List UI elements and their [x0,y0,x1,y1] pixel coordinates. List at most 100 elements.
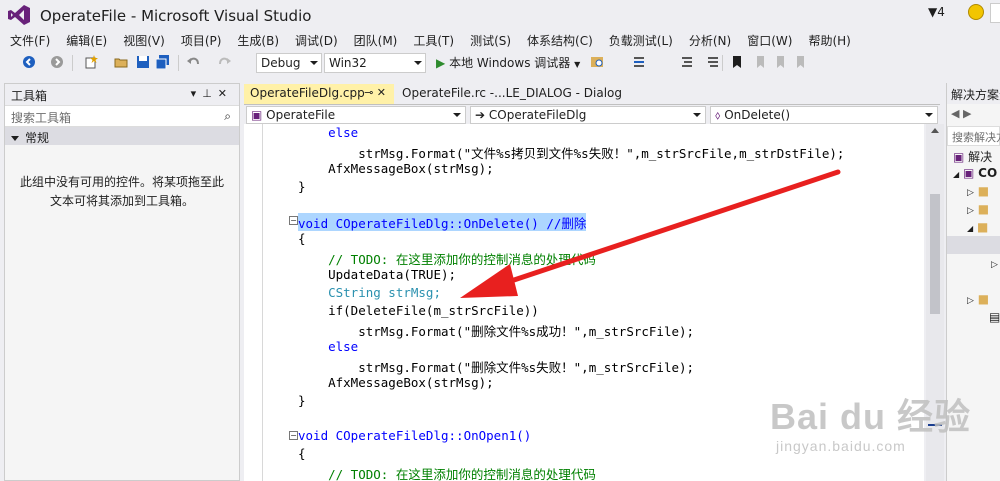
menu-analyze[interactable]: 分析(N) [683,30,737,50]
tab-operatefiledlg-cpp[interactable]: OperateFileDlg.cpp ⊸ ✕ [244,84,394,104]
tab-operatefile-rc-dialog[interactable]: OperateFile.rc -...LE_DIALOG - Dialog [396,84,671,104]
solution-explorer-title: 解决方案资 [947,83,1000,104]
clear-bookmarks-icon[interactable] [792,55,806,69]
code-line: else [298,339,359,354]
folder-icon: ■ [977,184,990,198]
menu-debug[interactable]: 调试(D) [289,30,344,50]
chevron-down-icon [453,113,461,117]
title-bar: OperateFile - Microsoft Visual Studio ▼4 [0,0,1000,30]
visual-studio-logo-icon [8,5,30,25]
prev-bookmark-icon[interactable] [752,55,766,69]
menu-project[interactable]: 项目(P) [175,30,228,50]
tree-file-node-selected[interactable] [947,236,1000,254]
code-line: strMsg.Format("删除文件%s失败！",m_strSrcFile); [298,360,695,375]
project-scope-select[interactable]: ▣ OperateFile [246,106,466,124]
menu-team[interactable]: 团队(M) [348,30,404,50]
solution-platform-select[interactable]: Win32 [324,53,426,73]
code-line-ondelete-signature: void COperateFileDlg::OnDelete() //删除 [298,213,587,231]
new-project-icon[interactable] [84,55,98,69]
menu-test[interactable]: 测试(S) [464,30,517,50]
code-line: UpdateData(TRUE); [298,267,457,282]
dropdown-icon[interactable]: ▾ [191,87,203,100]
code-line: } [298,393,306,408]
folder-icon: ■ [977,292,990,306]
menu-architecture[interactable]: 体系结构(C) [521,30,599,50]
code-line: } [298,179,306,194]
play-icon: ▶ [436,56,446,70]
toolbox-panel: 工具箱 ▾⊥✕ 搜索工具箱 ⌕ 常规 此组中没有可用的控件。将某项拖至此文本可将… [4,83,240,481]
menu-view[interactable]: 视图(V) [117,30,171,50]
menu-bar: 文件(F) 编辑(E) 视图(V) 项目(P) 生成(B) 调试(D) 团队(M… [0,30,1000,50]
uncomment-lines-icon[interactable] [706,55,720,69]
code-line: strMsg.Format("删除文件%s成功！",m_strSrcFile); [298,324,695,339]
code-line: AfxMessageBox(strMsg); [298,375,494,390]
menu-build[interactable]: 生成(B) [231,30,285,50]
file-icon: ▤ [989,310,1000,324]
bookmark-icon[interactable] [730,55,744,69]
save-icon[interactable] [136,55,150,69]
tree-folder-node[interactable]: ▷ ■ [947,290,1000,308]
menu-window[interactable]: 窗口(W) [741,30,798,50]
member-scope-value: OnDelete() [724,108,791,122]
notification-count: 4 [937,5,945,19]
open-folder-icon[interactable] [114,55,128,69]
solution-root-label: 解决 [968,150,993,164]
forward-icon[interactable]: ▶ [963,107,971,120]
tab-label: OperateFile.rc -...LE_DIALOG - Dialog [402,86,623,100]
feedback-smiley-icon[interactable] [968,4,984,20]
scrollbar-thumb[interactable] [930,194,940,314]
toolbar-separator [178,55,179,71]
search-icon[interactable]: ⌕ [224,109,231,124]
section-label: 常规 [25,131,50,145]
toolbox-search-input[interactable]: 搜索工具箱 ⌕ [5,105,239,127]
tree-folder-node[interactable]: ▷ ■ [947,182,1000,200]
forward-icon[interactable] [50,55,64,69]
find-in-files-icon[interactable] [590,55,604,69]
back-icon[interactable] [22,55,36,69]
folder-icon: ■ [976,220,989,234]
solution-configuration-select[interactable]: Debug [256,53,322,73]
member-scope-select[interactable]: ⬨ OnDelete() [710,106,938,124]
tree-folder-node[interactable]: ◢ ■ [947,218,1000,236]
start-debugging-button[interactable]: ▶ 本地 Windows 调试器 ▼ [436,54,580,72]
pin-icon[interactable]: ⊸ ✕ [364,86,386,99]
comment-lines-icon[interactable] [680,55,694,69]
expand-triangle-icon: ▷ [967,188,974,198]
solution-search-input[interactable]: 搜索解决方 [947,126,1000,146]
pin-icon[interactable]: ⊥ [202,87,218,100]
next-bookmark-icon[interactable] [772,55,786,69]
project-scope-value: OperateFile [266,108,336,122]
tree-folder-node[interactable]: ▷ ■ [947,200,1000,218]
chevron-down-icon [925,113,933,117]
chevron-down-icon [310,61,318,65]
solution-root-node[interactable]: ▣ 解决 [947,146,1000,164]
menu-edit[interactable]: 编辑(E) [60,30,113,50]
chevron-down-icon [693,113,701,117]
redo-icon[interactable] [218,55,232,69]
class-scope-select[interactable]: ➔ COperateFileDlg [470,106,706,124]
notification-flag[interactable]: ▼4 [928,5,945,19]
menu-help[interactable]: 帮助(H) [802,30,856,50]
tree-file-node[interactable]: ▤ [947,308,1000,326]
code-line: { [298,231,306,246]
save-all-icon[interactable] [156,55,170,69]
project-node[interactable]: ◢ ▣ CO [947,164,1000,182]
code-line-comment: // TODO: 在这里添加你的控制消息的处理代码 [298,467,596,481]
scroll-up-icon[interactable] [931,128,939,133]
menu-tools[interactable]: 工具(T) [407,30,460,50]
back-icon[interactable]: ◀ [951,107,959,120]
quick-launch-input[interactable] [990,3,1000,23]
tree-folder-node[interactable]: ▷ [947,254,1000,272]
code-line-onopen1-signature: void COperateFileDlg::OnOpen1() [298,428,531,446]
solution-explorer-toolbar: ◀ ▶ [947,104,1000,126]
undo-icon[interactable] [186,55,200,69]
toolbox-section-general[interactable]: 常规 [5,127,239,145]
collapse-region-icon[interactable]: − [289,216,298,225]
close-icon[interactable]: ✕ [218,87,233,100]
collapse-region-icon[interactable]: − [289,431,298,440]
expand-triangle-icon: ▷ [967,296,974,306]
bookmark-list-icon[interactable] [632,55,646,69]
menu-file[interactable]: 文件(F) [4,30,56,50]
menu-load-test[interactable]: 负载测试(L) [603,30,679,50]
